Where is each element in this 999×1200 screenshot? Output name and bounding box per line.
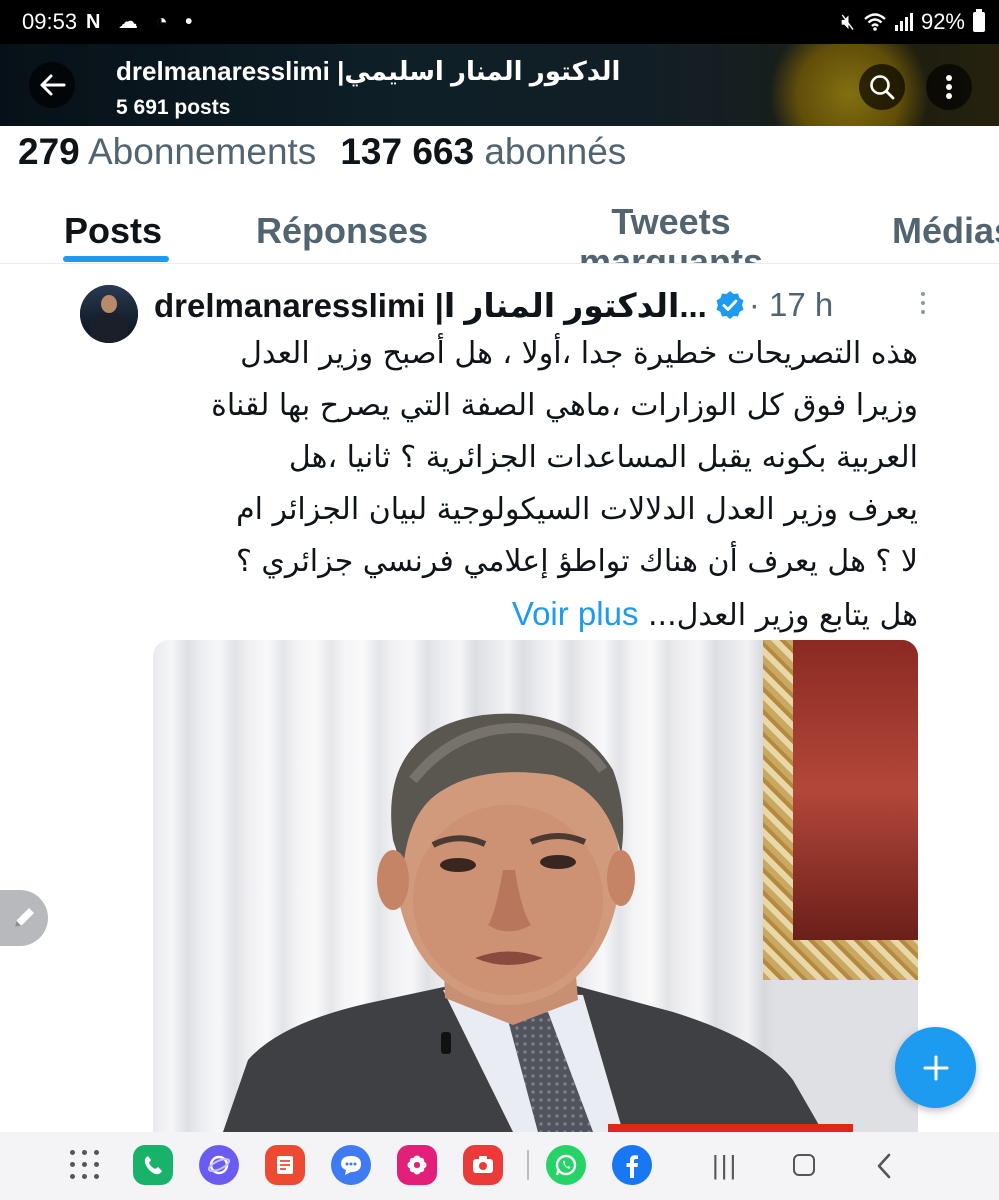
status-bar: 09:53 N ☁ ◔ • 🔇︎ 92% bbox=[0, 0, 999, 44]
tweet-text-line: لا ؟ هل يعرف أن هناك تواطؤ إعلامي فرنسي … bbox=[235, 544, 918, 579]
following-count: 279 bbox=[18, 131, 80, 172]
header-display-name: drelmanaresslimi |الدكتور المنار اسليمي bbox=[116, 56, 621, 86]
tweet-text-line: هل يتابع وزير العدل... bbox=[648, 598, 918, 633]
following-label: Abonnements bbox=[87, 131, 317, 172]
tweet-header: drelmanaresslimi |الدكتور المنار ا... · … bbox=[154, 284, 833, 326]
back-button[interactable] bbox=[29, 62, 75, 108]
search-icon bbox=[870, 75, 895, 100]
tab-media[interactable]: Médias bbox=[892, 210, 999, 252]
whatsapp-icon[interactable] bbox=[546, 1145, 586, 1185]
tweet-timestamp[interactable]: · 17 h bbox=[749, 286, 833, 324]
tweet-text: هذه التصريحات خطيرة جدا ،أولا ، هل أصبح … bbox=[150, 328, 918, 642]
active-tab-indicator bbox=[63, 256, 169, 262]
profile-header: drelmanaresslimi |الدكتور المنار اسليمي … bbox=[0, 44, 999, 126]
phone-app-icon[interactable] bbox=[133, 1145, 173, 1185]
tweet-text-last-line: هل يتابع وزير العدل... Voir plus bbox=[150, 588, 918, 642]
arrow-left-icon bbox=[40, 74, 66, 96]
notification-icons: N ☁ ◔ • bbox=[86, 11, 199, 33]
plus-icon bbox=[923, 1055, 948, 1080]
verified-badge-icon bbox=[716, 291, 744, 319]
status-time: 09:53 bbox=[22, 9, 78, 34]
samsung-internet-icon[interactable] bbox=[199, 1145, 239, 1185]
messages-app-icon[interactable] bbox=[331, 1145, 371, 1185]
tweet-author-name[interactable]: drelmanaresslimi |الدكتور المنار ا... bbox=[154, 286, 707, 325]
tweet-text-line: وزيرا فوق كل الوزارات ،ماهي الصفة التي ي… bbox=[211, 388, 918, 423]
tab-replies[interactable]: Réponses bbox=[256, 210, 428, 252]
person-photo bbox=[223, 713, 823, 1132]
nav-separator bbox=[527, 1150, 529, 1180]
search-button[interactable] bbox=[859, 64, 905, 110]
screen-recorder-icon[interactable] bbox=[463, 1145, 503, 1185]
following-link[interactable]: 279 Abonnements bbox=[18, 131, 316, 172]
voir-plus-link[interactable]: Voir plus bbox=[512, 595, 639, 632]
app-drawer-icon[interactable] bbox=[70, 1150, 100, 1180]
system-nav-bar: ||| bbox=[0, 1132, 999, 1200]
header-post-count: 5 691 posts bbox=[116, 96, 231, 119]
tweet-text-line: العربية بكونه يقبل المساعدات الجزائرية ؟… bbox=[288, 440, 918, 475]
pencil-icon bbox=[15, 908, 34, 927]
avatar[interactable] bbox=[80, 285, 138, 343]
notes-app-icon[interactable] bbox=[265, 1145, 305, 1185]
more-options-button[interactable] bbox=[926, 64, 972, 110]
tweet-text-line: هذه التصريحات خطيرة جدا ،أولا ، هل أصبح … bbox=[240, 336, 918, 371]
back-icon[interactable] bbox=[876, 1153, 892, 1179]
home-icon[interactable] bbox=[793, 1154, 815, 1176]
tweet-text-line: يعرف وزير العدل الدلالات السيكولوجية لبي… bbox=[236, 492, 918, 527]
gallery-app-icon[interactable] bbox=[397, 1145, 437, 1185]
tab-posts[interactable]: Posts bbox=[64, 210, 162, 252]
mute-icon: 🔇︎ bbox=[841, 9, 855, 34]
battery-percent: 92% bbox=[920, 9, 965, 34]
profile-tabs: Posts Réponses Tweets marquants Médias bbox=[0, 190, 999, 264]
video-caption-bar bbox=[608, 1124, 853, 1132]
followers-label: abonnés bbox=[484, 131, 627, 172]
tweet-more-icon[interactable] bbox=[918, 292, 928, 318]
recents-icon[interactable]: ||| bbox=[712, 1150, 738, 1181]
facebook-icon[interactable] bbox=[612, 1145, 652, 1185]
followers-count: 137 663 bbox=[340, 131, 475, 172]
wifi-icon bbox=[864, 13, 886, 31]
status-right: 🔇︎ 92% bbox=[841, 9, 985, 35]
compose-button[interactable] bbox=[0, 890, 48, 946]
more-vertical-icon bbox=[946, 75, 952, 99]
new-post-button[interactable] bbox=[895, 1027, 976, 1108]
followers-link[interactable]: 137 663 abonnés bbox=[340, 131, 626, 172]
tweet-media-image[interactable] bbox=[153, 640, 918, 1132]
battery-icon bbox=[973, 9, 985, 32]
tab-highlights[interactable]: Tweets marquants bbox=[553, 202, 789, 264]
follow-stats: 279 Abonnements 137 663 abonnés bbox=[18, 131, 626, 173]
signal-icon bbox=[894, 13, 913, 31]
